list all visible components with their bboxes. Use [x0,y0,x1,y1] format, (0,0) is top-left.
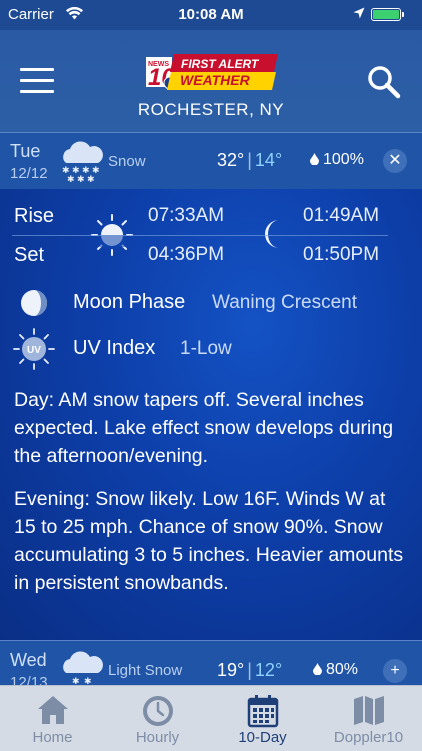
times-divider [12,235,388,236]
day-temps: 19° | 12° [217,660,283,680]
day-of-week: Tue [10,141,41,161]
clock-icon [142,696,173,726]
day-condition: Light Snow [108,662,183,679]
tab-label: 10-Day [238,729,287,746]
location-title: ROCHESTER, NY [137,100,285,119]
precip-value: 100% [323,151,364,168]
day-forecast-text: Day: AM snow tapers off. Several inches … [14,389,394,467]
uv-index-value: 1-Low [180,338,232,359]
moon-phase-value: Waning Crescent [212,292,358,313]
day-date: 12/12 [10,165,48,182]
low-temp: 14° [254,150,283,170]
precip-chance: 80% [313,661,358,679]
tab-hourly[interactable]: Hourly [105,686,210,751]
day-row-tue[interactable]: Tue 12/12 ✱ ✱ ✱ ✱ ✱ ✱ ✱ Snow 32° | 14° 100% ✕ [0,132,422,190]
svg-text:✱: ✱ [67,175,75,185]
uv-index-label: UV Index [73,337,156,359]
high-temp: 19° [217,660,245,680]
raindrop-icon [313,663,322,675]
uv-index-row: UV UV Index 1-Low [0,328,422,370]
search-icon[interactable] [366,64,402,100]
tab-doppler10[interactable]: Doppler10 [316,686,421,751]
precip-value: 80% [326,661,359,678]
day-temps: 32° | 14° [217,150,283,170]
logo-weather-text: WEATHER [180,72,251,88]
moonrise-time: 01:49AM [303,205,380,226]
sunrise-time: 07:33AM [148,205,225,226]
svg-text:✱: ✱ [77,175,85,185]
home-icon [37,696,68,724]
moon-phase-icon [21,290,47,316]
hamburger-icon-bar [20,90,54,93]
calendar-icon [247,695,278,728]
battery-tip [402,12,404,17]
moon-phase-row: Moon Phase Waning Crescent [0,283,422,323]
day-of-week: Wed [10,650,47,670]
tab-10-day[interactable]: 10-Day [210,686,315,751]
sun-moon-times: Rise Set 07:33AM 04:36PM 01:49AM 01:50PM [0,189,422,273]
evening-forecast-text: Evening: Snow likely. Low 16F. Winds W a… [14,488,404,594]
news10-first-alert-weather-logo: NEWS 10 FIRST ALERT WEATHER [146,54,278,90]
day-row-wed[interactable]: Wed 12/13 ✱ ✱ Light Snow 19° | 12° 80% + [0,640,422,687]
menu-button[interactable] [20,68,54,94]
moonset-time: 01:50PM [303,244,380,265]
raindrop-icon [310,153,319,165]
uv-badge-text: UV [27,345,41,356]
day-condition: Snow [108,153,146,170]
status-bar: Carrier 10:08 AM [0,0,422,30]
day-detail-panel: Rise Set 07:33AM 04:36PM 01:49AM 01:50PM [0,189,422,640]
sunset-time: 04:36PM [148,244,225,265]
expand-button[interactable]: + [383,659,407,683]
hamburger-icon-bar [20,79,54,82]
low-temp: 12° [254,660,283,680]
set-label: Set [14,244,45,266]
map-icon [353,696,384,725]
battery-icon [371,8,401,21]
logo-first-alert-text: FIRST ALERT [181,57,260,71]
tab-bar: Home Hourly 10-Day Doppler10 [0,685,422,751]
precip-chance: 100% [310,151,364,169]
location-arrow-icon [353,7,365,19]
tab-label: Doppler10 [333,729,404,746]
high-temp: 32° [217,150,245,170]
hamburger-icon-bar [20,68,54,71]
tab-label: Home [32,729,73,746]
light-snow-cloud-icon: ✱ ✱ [63,651,103,686]
tab-home[interactable]: Home [0,686,105,751]
app-header: NEWS 10 FIRST ALERT WEATHER ROCHESTER, N… [0,30,422,132]
svg-text:✱: ✱ [87,175,95,185]
tab-label: Hourly [135,729,180,746]
moon-phase-label: Moon Phase [73,291,186,313]
uv-sun-icon: UV [13,328,55,370]
rise-label: Rise [14,205,55,227]
crescent-moon-icon [265,220,279,248]
collapse-button[interactable]: ✕ [383,149,407,173]
snow-cloud-icon: ✱ ✱ ✱ ✱ ✱ ✱ ✱ [62,141,103,185]
